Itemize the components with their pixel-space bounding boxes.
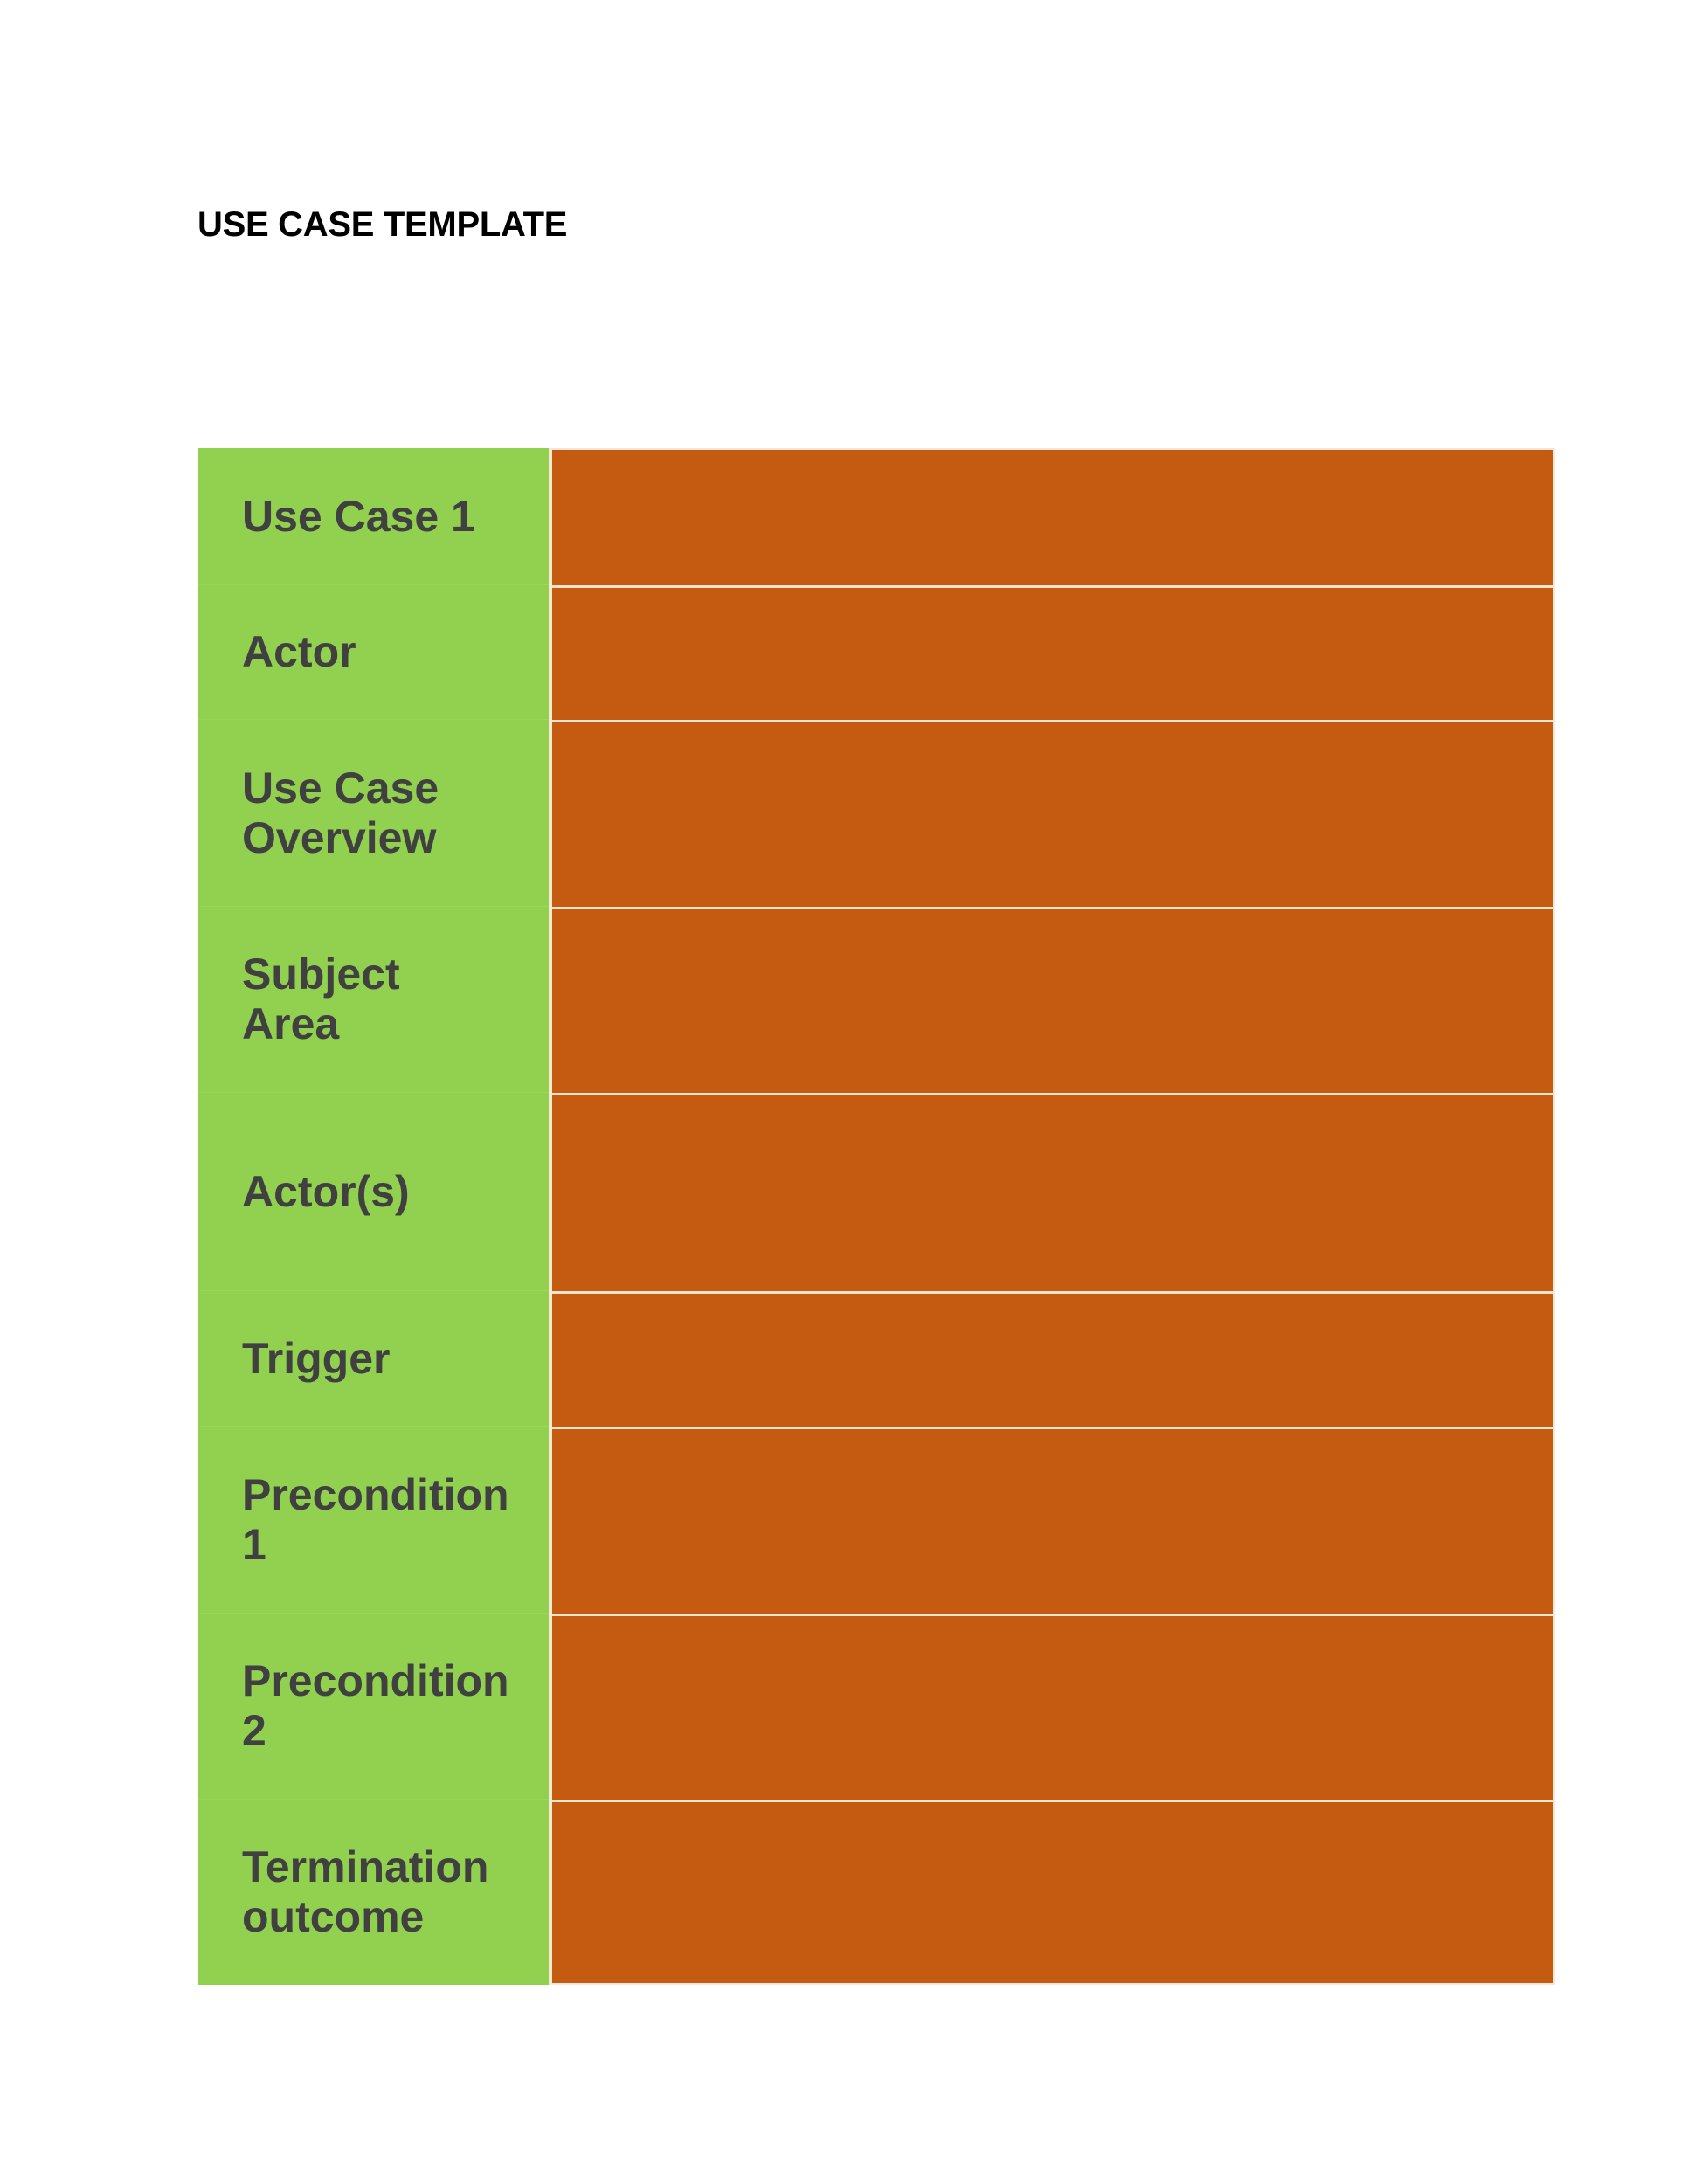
row-label-actor: Actor — [198, 585, 549, 720]
label-line: Subject — [242, 950, 400, 999]
row-label-precondition-1: Precondition 1 — [198, 1427, 549, 1614]
value-cell-trigger[interactable] — [552, 1291, 1555, 1427]
row-label-precondition-2: Precondition 2 — [198, 1614, 549, 1800]
table-row-trigger: Trigger — [198, 1291, 1555, 1427]
label-line: Actor — [242, 627, 356, 676]
row-label-termination-outcome: Termination outcome — [198, 1800, 549, 1985]
label-line: Termination — [242, 1842, 489, 1891]
document-title: USE CASE TEMPLATE — [197, 205, 568, 244]
label-line: Use Case 1 — [242, 491, 475, 541]
table-row-precondition-2: Precondition 2 — [198, 1614, 1555, 1800]
value-cell-use-case[interactable] — [552, 448, 1555, 585]
use-case-table: Use Case 1 Actor Use Case Overview Subje… — [198, 448, 1555, 1985]
row-label-subject-area: Subject Area — [198, 907, 549, 1093]
row-label-trigger: Trigger — [198, 1291, 549, 1427]
label-line: Overview — [242, 812, 437, 862]
table-row-termination-outcome: Termination outcome — [198, 1800, 1555, 1985]
value-cell-precondition-1[interactable] — [552, 1427, 1555, 1614]
table-row-actors: Actor(s) — [198, 1093, 1555, 1291]
row-label-actors: Actor(s) — [198, 1093, 549, 1291]
value-cell-actor[interactable] — [552, 585, 1555, 720]
table-row-actor: Actor — [198, 585, 1555, 720]
table-row-use-case: Use Case 1 — [198, 448, 1555, 585]
row-label-use-case: Use Case 1 — [198, 448, 549, 585]
value-cell-subject-area[interactable] — [552, 907, 1555, 1093]
table-row-precondition-1: Precondition 1 — [198, 1427, 1555, 1614]
value-cell-precondition-2[interactable] — [552, 1614, 1555, 1800]
label-line: Area — [242, 999, 340, 1048]
label-line: outcome — [242, 1892, 425, 1941]
value-cell-actors[interactable] — [552, 1093, 1555, 1291]
table-row-subject-area: Subject Area — [198, 907, 1555, 1093]
value-cell-use-case-overview[interactable] — [552, 720, 1555, 907]
label-line: Use Case — [242, 763, 439, 812]
table-row-use-case-overview: Use Case Overview — [198, 720, 1555, 907]
label-line: Trigger — [242, 1333, 391, 1383]
label-line: Precondition — [242, 1656, 509, 1705]
row-label-use-case-overview: Use Case Overview — [198, 720, 549, 907]
value-cell-termination-outcome[interactable] — [552, 1800, 1555, 1985]
label-line: Actor(s) — [242, 1166, 410, 1216]
label-line: 1 — [242, 1519, 266, 1569]
label-line: Precondition — [242, 1469, 509, 1519]
label-line: 2 — [242, 1706, 266, 1755]
